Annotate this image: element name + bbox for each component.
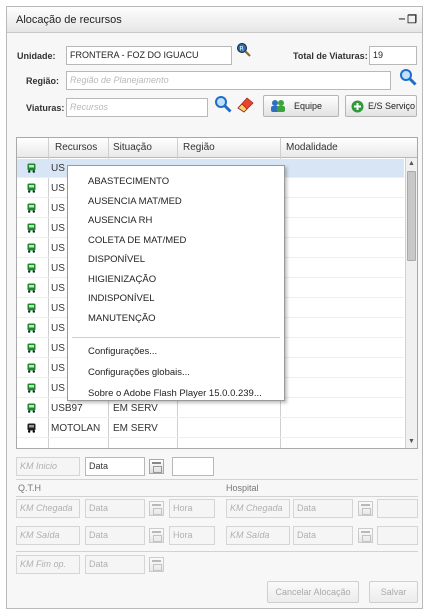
hospital-km-saida-input[interactable]: KM Saída	[226, 526, 290, 545]
window-title: Alocação de recursos	[16, 14, 122, 26]
ambulance-icon	[27, 203, 36, 213]
grid-header: Recursos Situação Região Modalidade	[17, 138, 417, 158]
context-menu-system-item[interactable]: Sobre o Adobe Flash Player 15.0.0.239...	[88, 388, 262, 399]
data-fim-input[interactable]: Data	[85, 555, 145, 574]
cell-recurso: MOTOLAN	[51, 423, 101, 434]
ambulance-icon	[27, 343, 36, 353]
add-circle-icon	[351, 100, 364, 113]
hospital-section-label: Hospital	[226, 483, 259, 493]
es-servico-label: E/S Serviço	[368, 101, 416, 111]
unit-search-icon[interactable]: R	[236, 42, 252, 58]
viaturas-label: Viaturas:	[26, 103, 65, 113]
column-header-situacao[interactable]: Situação	[113, 142, 152, 153]
svg-text:R: R	[240, 46, 244, 53]
cell-situacao: EM SERV	[113, 403, 158, 414]
ambulance-icon	[27, 403, 36, 413]
section-divider	[16, 479, 418, 480]
calendar-icon[interactable]	[358, 528, 373, 543]
save-button[interactable]: Salvar	[369, 581, 418, 603]
context-menu-item[interactable]: COLETA DE MAT/MED	[88, 235, 186, 246]
table-row[interactable]: MOTOLAN EM SERV	[17, 419, 404, 438]
qth-km-chegada-input[interactable]: KM Chegada	[16, 499, 80, 518]
equipe-label: Equipe	[294, 101, 323, 111]
viaturas-input[interactable]: Recursos	[66, 98, 208, 117]
total-viaturas-field[interactable]: 19	[369, 46, 417, 65]
regiao-input[interactable]: Região de Planejamento	[66, 71, 391, 90]
qth-data-chegada-input[interactable]: Data	[85, 499, 145, 518]
title-bar: Alocação de recursos ‒ ❐	[7, 7, 422, 33]
cell-recurso: USB97	[51, 403, 83, 414]
viaturas-search-icon[interactable]	[214, 95, 232, 113]
scrollbar-thumb[interactable]	[407, 171, 416, 261]
qth-km-saida-input[interactable]: KM Saída	[16, 526, 80, 545]
ambulance-icon	[27, 183, 36, 193]
ambulance-icon	[27, 163, 36, 173]
hora-inicio-input[interactable]	[172, 457, 214, 476]
km-fim-input[interactable]: KM Fim op.	[16, 555, 80, 574]
minimize-button[interactable]: ‒	[399, 13, 405, 25]
regiao-label: Região:	[26, 76, 60, 86]
column-header-recursos[interactable]: Recursos	[55, 142, 97, 153]
context-menu-item[interactable]: INDISPONÍVEL	[88, 293, 155, 304]
scroll-up-arrow-icon[interactable]: ▲	[406, 158, 417, 170]
calendar-icon[interactable]	[149, 501, 164, 516]
calendar-icon[interactable]	[149, 459, 164, 474]
context-menu-item[interactable]: HIGIENIZAÇÃO	[88, 274, 156, 285]
cell-situacao: EM SERV	[113, 423, 158, 434]
qth-hora-saida-input[interactable]: Hora	[169, 526, 215, 545]
eraser-icon[interactable]	[235, 95, 255, 113]
calendar-icon[interactable]	[149, 557, 164, 572]
km-inicio-input[interactable]: KM Inicio	[16, 457, 80, 476]
context-menu-system-item[interactable]: Configurações...	[88, 346, 157, 357]
qth-data-saida-input[interactable]: Data	[85, 526, 145, 545]
total-viaturas-label: Total de Viaturas:	[293, 51, 368, 61]
calendar-icon[interactable]	[149, 528, 164, 543]
ambulance-icon	[27, 363, 36, 373]
qth-hora-chegada-input[interactable]: Hora	[169, 499, 215, 518]
qth-section-label: Q.T.H	[18, 483, 42, 493]
data-inicio-input[interactable]: Data	[85, 457, 145, 476]
context-menu-item[interactable]: ABASTECIMENTO	[88, 176, 169, 187]
ambulance-icon	[27, 303, 36, 313]
column-header-modalidade[interactable]: Modalidade	[286, 142, 338, 153]
regiao-search-icon[interactable]	[399, 68, 417, 86]
unidade-label: Unidade:	[17, 51, 56, 61]
equipe-button[interactable]: Equipe	[263, 95, 339, 117]
table-row[interactable]: USB97 EM SERV	[17, 399, 404, 418]
ambulance-icon	[27, 223, 36, 233]
calendar-icon[interactable]	[358, 501, 373, 516]
section-divider	[16, 496, 418, 497]
resource-allocation-window: Alocação de recursos ‒ ❐ Unidade: FRONTE…	[6, 6, 423, 609]
ambulance-icon	[27, 263, 36, 273]
section-divider	[16, 551, 418, 552]
hospital-hora-saida-input[interactable]	[377, 526, 418, 545]
context-menu-separator	[72, 337, 280, 338]
context-menu-item[interactable]: DISPONÍVEL	[88, 254, 145, 265]
ambulance-icon	[27, 383, 36, 393]
ambulance-icon	[27, 323, 36, 333]
hospital-data-chegada-input[interactable]: Data	[293, 499, 353, 518]
scroll-down-arrow-icon[interactable]: ▼	[406, 436, 417, 448]
motorcycle-icon	[27, 423, 36, 433]
context-menu: ABASTECIMENTO AUSENCIA MAT/MED AUSENCIA RH…	[67, 165, 285, 401]
ambulance-icon	[27, 243, 36, 253]
context-menu-system-item[interactable]: Configurações globais...	[88, 367, 190, 378]
column-header-regiao[interactable]: Região	[183, 142, 215, 153]
team-icon	[271, 100, 285, 112]
grid-vertical-scrollbar[interactable]: ▲ ▼	[405, 158, 417, 448]
restore-button[interactable]: ❐	[407, 13, 417, 26]
hospital-data-saida-input[interactable]: Data	[293, 526, 353, 545]
hospital-km-chegada-input[interactable]: KM Chegada	[226, 499, 290, 518]
context-menu-item[interactable]: AUSENCIA RH	[88, 215, 152, 226]
ambulance-icon	[27, 283, 36, 293]
cancel-allocation-button[interactable]: Cancelar Alocação	[267, 581, 359, 603]
context-menu-item[interactable]: MANUTENÇÃO	[88, 313, 156, 324]
unidade-field[interactable]: FRONTERA - FOZ DO IGUACU	[66, 46, 232, 65]
es-servico-button[interactable]: E/S Serviço	[345, 95, 417, 117]
context-menu-item[interactable]: AUSENCIA MAT/MED	[88, 196, 182, 207]
hospital-hora-chegada-input[interactable]	[377, 499, 418, 518]
